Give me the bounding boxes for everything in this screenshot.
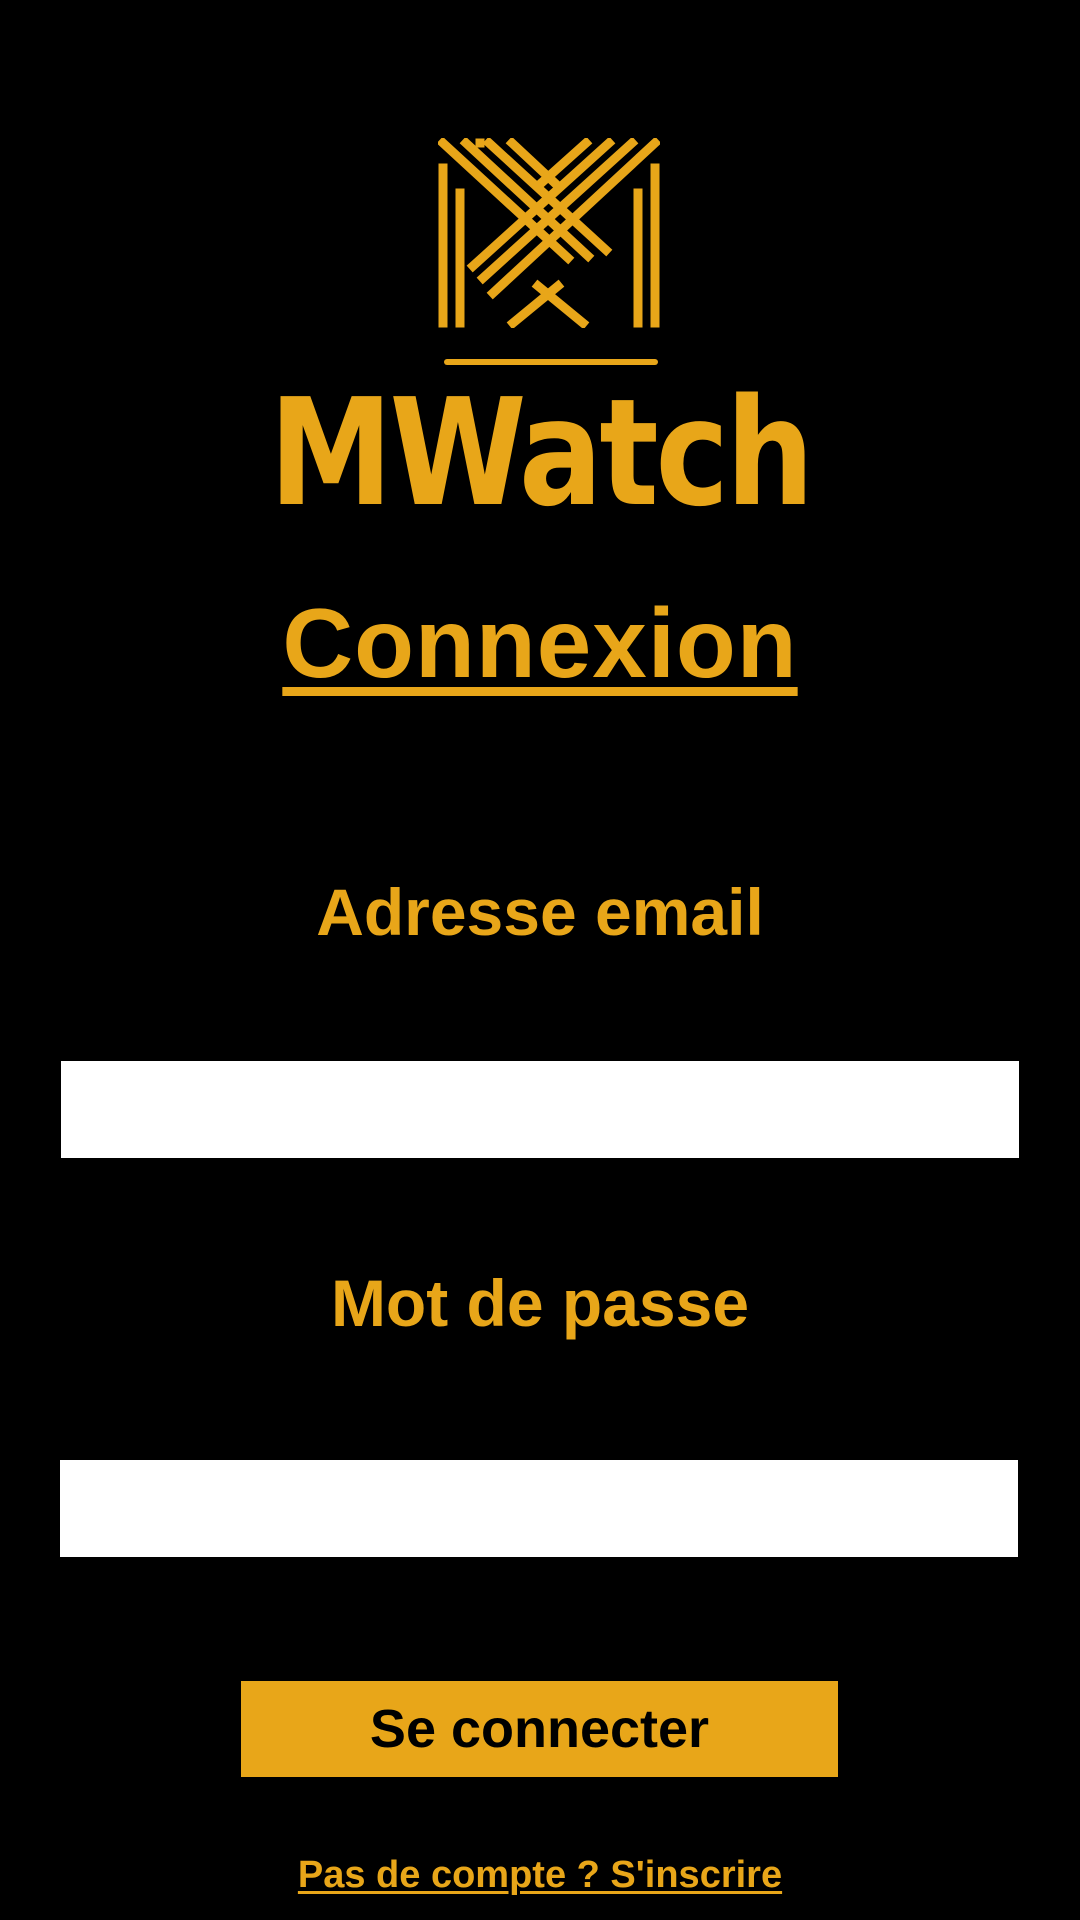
password-field[interactable] (60, 1460, 1018, 1557)
page-title-text: Connexion (282, 588, 798, 698)
signup-link-container: Pas de compte ? S'inscrire (0, 1852, 1080, 1898)
email-label: Adresse email (316, 875, 764, 949)
mw-logo-icon (438, 138, 660, 328)
page-title: Connexion (0, 588, 1080, 698)
logo-divider (444, 359, 658, 365)
brand-name: MWatch (269, 367, 814, 539)
login-button[interactable]: Se connecter (241, 1681, 838, 1777)
email-field[interactable] (61, 1061, 1019, 1158)
password-label: Mot de passe (330, 1266, 750, 1340)
signup-link[interactable]: Pas de compte ? S'inscrire (298, 1854, 782, 1896)
